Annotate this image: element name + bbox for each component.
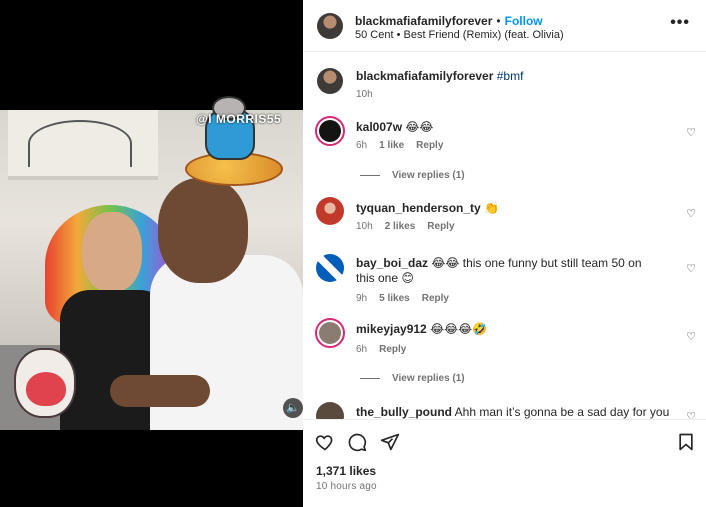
like-comment-heart-icon[interactable]: ♡ <box>686 262 696 275</box>
like-count[interactable]: 1,371 likes <box>316 464 376 478</box>
commenter-username[interactable]: tyquan_henderson_ty <box>356 201 481 215</box>
commenter-username[interactable]: mikeyjay912 <box>356 322 427 336</box>
commenter-username[interactable]: kal007w <box>356 120 402 134</box>
share-paper-plane-icon[interactable] <box>380 432 400 452</box>
commenter-username[interactable]: bay_boi_daz <box>356 256 428 270</box>
comment-time: 9h <box>356 293 368 304</box>
comment-text: bay_boi_daz 😂😂 this one funny but still … <box>356 256 656 286</box>
caption-avatar[interactable] <box>317 68 343 94</box>
post-media[interactable]: @l MORRIS55 🔈 <box>0 0 303 507</box>
view-replies-button[interactable]: View replies (1) <box>360 170 465 181</box>
comments-list[interactable]: blackmafiafamilyforever #bmf 10h kal007w… <box>303 52 706 419</box>
speaker-icon[interactable]: 🔈 <box>283 398 303 418</box>
person-right-head <box>158 178 248 283</box>
caption-text: blackmafiafamilyforever #bmf <box>356 69 666 84</box>
commenter-avatar[interactable] <box>316 197 344 225</box>
like-comment-heart-icon[interactable]: ♡ <box>686 207 696 220</box>
commenter-username[interactable]: the_bully_pound <box>356 405 452 419</box>
comment-text: the_bully_pound Ahh man it’s gonna be a … <box>356 405 676 419</box>
post-timestamp[interactable]: 10 hours ago <box>316 481 377 492</box>
reply-button[interactable]: Reply <box>416 140 443 151</box>
comment-likes[interactable]: 5 likes <box>379 293 410 304</box>
separator-dot: • <box>496 14 501 28</box>
comment-meta: 6h Reply <box>356 344 418 355</box>
commenter-avatar[interactable] <box>316 402 344 419</box>
reply-button[interactable]: Reply <box>422 293 449 304</box>
commenter-avatar[interactable] <box>316 254 344 282</box>
like-comment-heart-icon[interactable]: ♡ <box>686 126 696 139</box>
post-header: blackmafiafamilyforever • Follow 50 Cent •… <box>303 0 706 52</box>
comment-meta: 6h 1 like Reply <box>356 140 455 151</box>
video-watermark: @l MORRIS55 <box>196 112 282 126</box>
action-bar: 1,371 likes 10 hours ago <box>303 419 706 507</box>
reply-button[interactable]: Reply <box>427 221 454 232</box>
caption-username[interactable]: blackmafiafamilyforever <box>356 69 493 83</box>
commenter-avatar[interactable] <box>315 318 345 348</box>
author-username[interactable]: blackmafiafamilyforever <box>355 14 492 28</box>
like-heart-icon[interactable] <box>315 432 335 452</box>
comment-body: 😂😂😂🤣 <box>430 322 488 336</box>
commenter-avatar[interactable] <box>315 116 345 146</box>
more-options-icon[interactable]: ••• <box>670 14 690 32</box>
comment-time: 6h <box>356 140 368 151</box>
comment-text: kal007w 😂😂 <box>356 120 666 135</box>
caption-hashtag[interactable]: #bmf <box>497 69 524 83</box>
comment-body: 😂😂 <box>405 120 434 134</box>
wall-art <box>8 110 158 180</box>
view-replies-button[interactable]: View replies (1) <box>360 373 465 384</box>
comment-body: 👏 <box>484 201 499 215</box>
comment-bubble-icon[interactable] <box>347 432 367 452</box>
like-comment-heart-icon[interactable]: ♡ <box>686 410 696 419</box>
comment-time: 10h <box>356 221 373 232</box>
comment-text: tyquan_henderson_ty 👏 <box>356 201 666 216</box>
comment-text: mikeyjay912 😂😂😂🤣 <box>356 322 666 337</box>
comment-likes[interactable]: 2 likes <box>385 221 416 232</box>
author-avatar[interactable] <box>317 13 343 39</box>
caption-time: 10h <box>356 89 373 100</box>
like-comment-heart-icon[interactable]: ♡ <box>686 330 696 343</box>
comment-body: Ahh man it’s gonna be a sad day for you <box>454 405 670 419</box>
comment-meta: 9h 5 likes Reply <box>356 293 461 304</box>
post-panel: blackmafiafamilyforever • Follow 50 Cent •… <box>303 0 706 507</box>
author-line: blackmafiafamilyforever • Follow <box>355 12 543 30</box>
comment-likes[interactable]: 1 like <box>379 140 404 151</box>
comment-meta: 10h 2 likes Reply <box>356 221 467 232</box>
caption-meta: 10h <box>356 89 385 100</box>
comment-time: 6h <box>356 344 368 355</box>
person-left-face <box>82 212 142 292</box>
person-right-arm <box>110 375 210 407</box>
heart-sticker <box>26 372 66 406</box>
reply-button[interactable]: Reply <box>379 344 406 355</box>
follow-button[interactable]: Follow <box>505 14 543 28</box>
save-bookmark-icon[interactable] <box>676 432 696 452</box>
audio-track[interactable]: 50 Cent • Best Friend (Remix) (feat. Oli… <box>355 29 564 41</box>
